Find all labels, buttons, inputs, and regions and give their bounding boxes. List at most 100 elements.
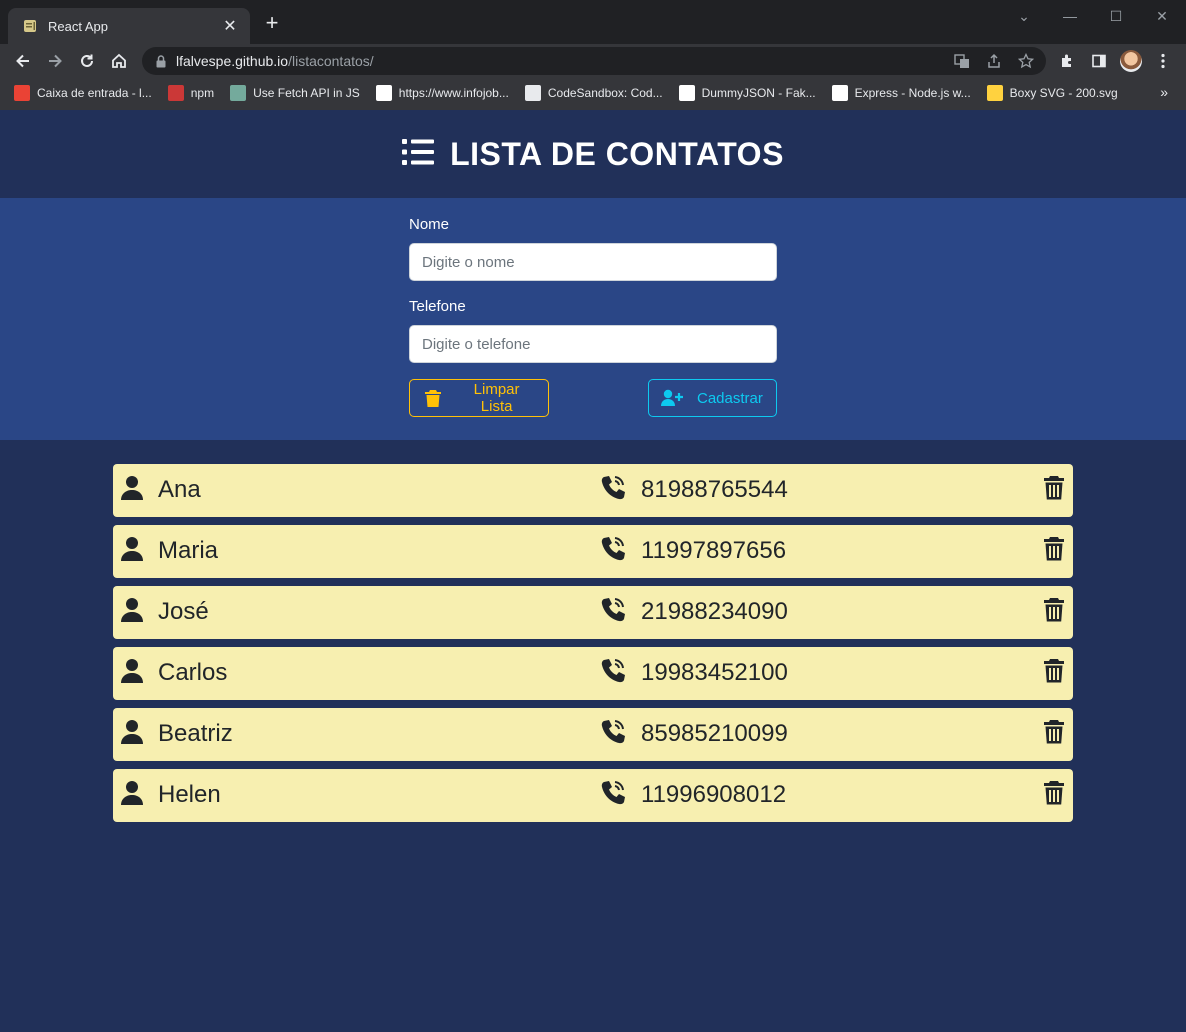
- gmail-icon: [14, 85, 30, 101]
- boxy-svg-icon: [986, 85, 1003, 101]
- name-label: Nome: [409, 216, 450, 233]
- back-icon[interactable]: [10, 48, 36, 74]
- trash-icon: [422, 388, 443, 408]
- new-tab-icon[interactable]: +: [260, 12, 284, 36]
- lock-icon[interactable]: [154, 54, 168, 68]
- tab-title: React App: [48, 18, 108, 34]
- minimize-icon[interactable]: —: [1050, 4, 1090, 28]
- share-icon[interactable]: [984, 51, 1004, 71]
- page-title: LISTA DE CONTATOS: [450, 135, 784, 172]
- browser-chrome: React App ✕ + ⌄ — ☐ ✕ lfalvespe.github.i…: [0, 0, 1186, 110]
- npm-icon: [167, 85, 184, 101]
- page-favicon-icon: [22, 18, 38, 34]
- phone-volume-icon: [601, 781, 625, 805]
- menu-kebab-icon[interactable]: [1151, 49, 1175, 73]
- phone-volume-icon: [601, 659, 625, 683]
- delete-contact-icon[interactable]: [1043, 780, 1065, 806]
- contact-row: Ana 81988765544: [113, 464, 1073, 517]
- contact-list: Ana 81988765544 Maria 11997897656 José 2…: [113, 464, 1073, 830]
- bookmark-item[interactable]: Boxy SVG - 200.svg: [986, 85, 1118, 101]
- contact-form: Nome Telefone Limpar Lista Cadastrar: [409, 216, 777, 417]
- delete-contact-icon[interactable]: [1043, 719, 1065, 745]
- reload-icon[interactable]: [74, 48, 100, 74]
- bookmark-item[interactable]: DummyJSON - Fak...: [678, 85, 816, 101]
- name-input[interactable]: [409, 243, 777, 281]
- bookmarks-bar: Caixa de entrada - l... npm Use Fetch API …: [0, 80, 1186, 106]
- maximize-icon[interactable]: ☐: [1096, 4, 1136, 28]
- contact-name: Beatriz: [158, 720, 233, 747]
- contact-phone: 11997897656: [641, 537, 787, 564]
- delete-contact-icon[interactable]: [1043, 597, 1065, 623]
- forward-icon[interactable]: [42, 48, 68, 74]
- delete-contact-icon[interactable]: [1043, 475, 1065, 501]
- contact-name: Ana: [158, 476, 201, 503]
- bookmark-label: Caixa de entrada - l...: [37, 86, 152, 100]
- contact-row: Maria 11997897656: [113, 525, 1073, 578]
- home-icon[interactable]: [106, 48, 132, 74]
- contact-phone: 81988765544: [641, 476, 788, 503]
- bookmark-label: DummyJSON - Fak...: [701, 86, 816, 100]
- delete-contact-icon[interactable]: [1043, 658, 1065, 684]
- bookmark-label: Express - Node.js w...: [854, 86, 971, 100]
- tab-strip: React App ✕ + ⌄ — ☐ ✕: [0, 0, 1186, 44]
- chatgpt-icon: [230, 85, 247, 101]
- person-icon: [121, 476, 143, 500]
- bookmark-label: Use Fetch API in JS: [253, 86, 360, 100]
- clear-list-button[interactable]: Limpar Lista: [409, 379, 549, 417]
- app-page: LISTA DE CONTATOS Nome Telefone Limpar L…: [0, 110, 1186, 1032]
- tab-search-icon[interactable]: ⌄: [1004, 4, 1044, 28]
- contact-name: José: [158, 598, 209, 625]
- contact-phone: 85985210099: [641, 720, 788, 747]
- extensions-icon[interactable]: [1055, 49, 1079, 73]
- person-icon: [121, 781, 143, 805]
- person-icon: [121, 537, 143, 561]
- bookmark-item[interactable]: npm: [167, 85, 215, 101]
- contact-phone: 21988234090: [641, 598, 788, 625]
- contact-row: Beatriz 85985210099: [113, 708, 1073, 761]
- side-panel-icon[interactable]: [1087, 49, 1111, 73]
- bookmark-item[interactable]: Caixa de entrada - l...: [14, 85, 152, 101]
- dummyjson-icon: [678, 85, 695, 101]
- contact-phone: 11996908012: [641, 781, 787, 808]
- bookmark-item[interactable]: CodeSandbox: Cod...: [524, 85, 663, 101]
- express-icon: [831, 85, 848, 101]
- tab-react-app[interactable]: React App ✕: [8, 8, 250, 44]
- bookmark-star-icon[interactable]: [1016, 51, 1036, 71]
- close-window-icon[interactable]: ✕: [1142, 4, 1182, 28]
- delete-contact-icon[interactable]: [1043, 536, 1065, 562]
- contact-row: José 21988234090: [113, 586, 1073, 639]
- contact-row: Helen 11996908012: [113, 769, 1073, 822]
- bookmark-label: npm: [190, 86, 215, 100]
- bookmarks-overflow-icon[interactable]: »: [1160, 84, 1168, 100]
- bookmark-label: CodeSandbox: Cod...: [547, 86, 663, 100]
- contact-phone: 19983452100: [641, 659, 788, 686]
- url-host: lfalvespe.github.io: [176, 53, 289, 69]
- phone-input[interactable]: [409, 325, 777, 363]
- bookmark-label: https://www.infojob...: [398, 86, 509, 100]
- register-button[interactable]: Cadastrar: [648, 379, 777, 417]
- bookmark-item[interactable]: Express - Node.js w...: [831, 85, 971, 101]
- person-icon: [121, 598, 143, 622]
- list-icon: [402, 138, 435, 171]
- profile-avatar[interactable]: [1119, 49, 1143, 73]
- phone-label: Telefone: [409, 298, 466, 315]
- phone-volume-icon: [601, 537, 625, 561]
- user-plus-icon: [661, 388, 683, 408]
- clear-list-label: Limpar Lista: [473, 381, 520, 415]
- bookmark-item[interactable]: https://www.infojob...: [375, 85, 509, 101]
- contact-name: Carlos: [158, 659, 228, 686]
- phone-volume-icon: [601, 476, 625, 500]
- bookmark-item[interactable]: Use Fetch API in JS: [230, 85, 360, 101]
- tab-close-icon[interactable]: ✕: [220, 16, 240, 36]
- address-bar[interactable]: lfalvespe.github.io/listacontatos/: [142, 47, 1046, 75]
- app-header: LISTA DE CONTATOS: [0, 110, 1186, 198]
- register-label: Cadastrar: [697, 389, 763, 407]
- codesandbox-icon: [524, 85, 541, 101]
- translate-icon[interactable]: [952, 51, 972, 71]
- contact-form-section: Nome Telefone Limpar Lista Cadastrar: [0, 198, 1186, 440]
- person-icon: [121, 720, 143, 744]
- infojobs-icon: [375, 85, 392, 101]
- phone-volume-icon: [601, 598, 625, 622]
- url-path: /listacontatos/: [288, 53, 374, 69]
- contact-name: Helen: [158, 781, 221, 808]
